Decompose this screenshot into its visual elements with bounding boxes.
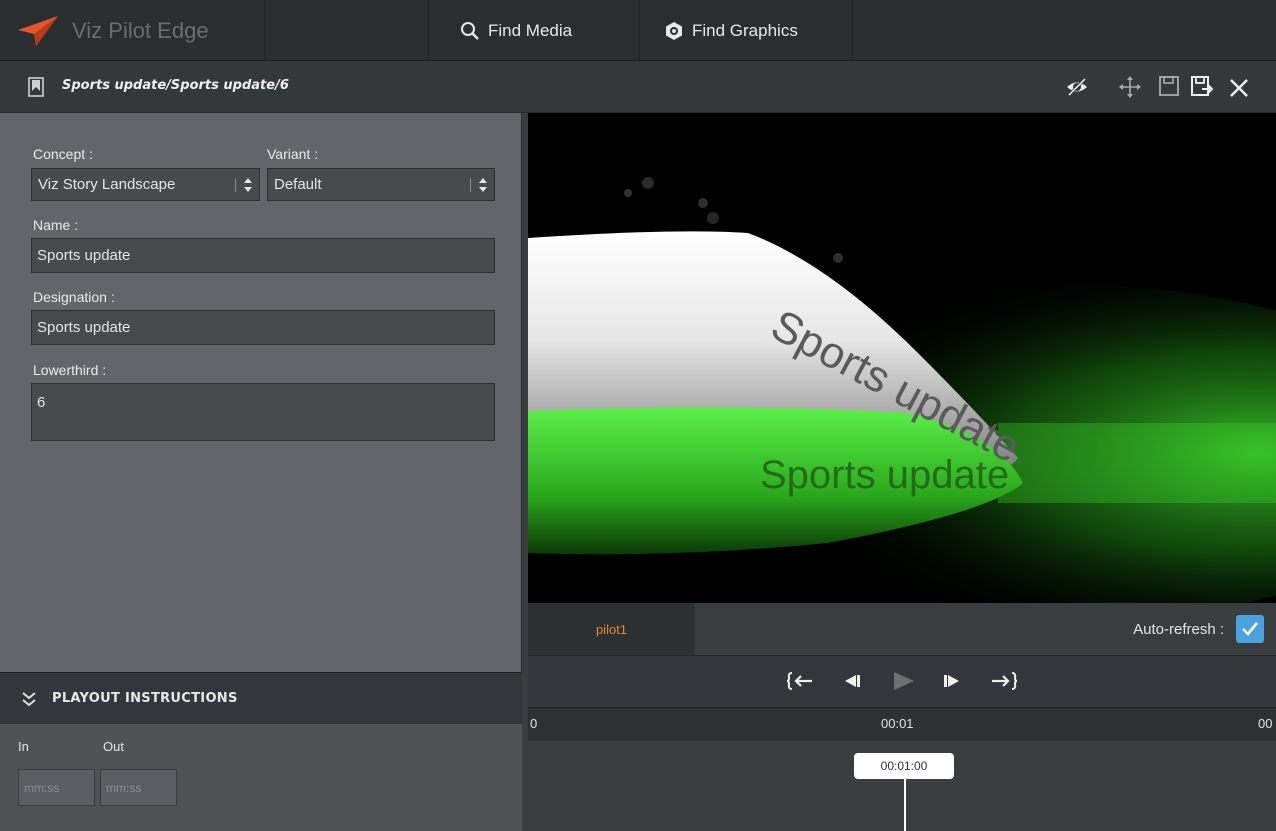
name-label: Name : [33, 217, 79, 233]
select-arrows-icon [244, 178, 252, 192]
move-icon[interactable] [1118, 75, 1142, 99]
search-icon [461, 21, 479, 40]
designation-field-value: Sports update [37, 319, 131, 336]
template-path: Sports update/Sports update/6 [62, 78, 289, 93]
in-time-placeholder: mm:ss [24, 780, 60, 795]
lowerthird-field-value: 6 [37, 394, 46, 411]
template-form-panel: Concept : Variant : Viz Story Landscape … [0, 113, 522, 672]
designation-label: Designation : [33, 289, 115, 305]
lowerthird-label: Lowerthird : [33, 362, 107, 378]
nav-divider [852, 0, 853, 61]
save-icon[interactable] [1158, 75, 1180, 97]
playback-controls [528, 655, 1276, 707]
playout-instructions-body: In Out mm:ss mm:ss [0, 724, 522, 831]
title-bar: Sports update/Sports update/6 [0, 61, 1276, 113]
out-time-input[interactable]: mm:ss [100, 769, 177, 806]
variant-select-value: Default [274, 176, 322, 193]
checkmark-icon [1242, 622, 1259, 636]
app-name: Viz Pilot Edge [72, 17, 209, 43]
timeline-ruler[interactable]: 0 00:01 00 [528, 707, 1276, 741]
top-bar: Viz Pilot Edge Find Media Find Graphics [0, 0, 1276, 61]
in-label: In [18, 739, 29, 754]
preview-reflection-text: Sports update [760, 453, 1009, 497]
variant-label: Variant : [267, 146, 319, 162]
app-logo[interactable]: Viz Pilot Edge [0, 0, 265, 61]
playout-instructions-title: PLAYOUT INSTRUCTIONS [52, 691, 238, 706]
renderer-tab-bar: pilot1 Auto-refresh : [528, 603, 1276, 655]
auto-refresh-checkbox[interactable] [1236, 615, 1264, 643]
nav-divider [639, 0, 640, 61]
graphics-preview: Sports update Sports update [528, 113, 1276, 603]
select-separator [235, 178, 236, 192]
find-graphics-label: Find Graphics [692, 20, 798, 40]
preview-render: Sports update Sports update [528, 113, 1276, 603]
auto-refresh-label: Auto-refresh : [1133, 621, 1224, 638]
hide-preview-icon[interactable] [1065, 75, 1089, 99]
ruler-tick-label: 0 [530, 716, 538, 731]
bookmark-icon [28, 77, 44, 97]
lowerthird-field[interactable]: 6 [31, 383, 495, 441]
ruler-tick-label: 00:01 [881, 716, 914, 731]
name-field[interactable]: Sports update [31, 238, 495, 273]
playhead-time[interactable]: 00:01:00 [854, 753, 954, 779]
step-back-icon[interactable] [840, 670, 864, 692]
out-label: Out [103, 739, 124, 754]
ruler-tick-label: 00 [1258, 716, 1273, 731]
timeline-track[interactable]: 00:01:00 [528, 741, 1276, 831]
play-icon[interactable] [890, 670, 916, 692]
select-arrows-icon [479, 178, 487, 192]
go-to-end-icon[interactable] [990, 670, 1018, 692]
close-icon[interactable] [1228, 77, 1250, 99]
playhead-line[interactable] [904, 779, 906, 831]
playout-instructions-header[interactable]: PLAYOUT INSTRUCTIONS [0, 672, 522, 724]
select-separator [470, 178, 471, 192]
concept-select-value: Viz Story Landscape [38, 176, 176, 193]
find-media-button[interactable]: Find Media [460, 0, 572, 61]
concept-select[interactable]: Viz Story Landscape [31, 168, 260, 201]
variant-select[interactable]: Default [267, 168, 495, 201]
out-time-placeholder: mm:ss [106, 780, 142, 795]
designation-field[interactable]: Sports update [31, 310, 495, 345]
step-forward-icon[interactable] [940, 670, 964, 692]
name-field-value: Sports update [37, 247, 131, 264]
in-time-input[interactable]: mm:ss [18, 769, 95, 806]
go-to-start-icon[interactable] [786, 670, 814, 692]
graphics-icon [666, 21, 682, 40]
tab-pilot1[interactable]: pilot1 [528, 603, 695, 655]
logo-arrow-icon [18, 15, 58, 46]
find-graphics-button[interactable]: Find Graphics [664, 0, 798, 61]
save-as-icon[interactable] [1190, 75, 1214, 99]
double-chevron-down-icon [22, 691, 36, 706]
concept-label: Concept : [33, 146, 93, 162]
find-media-label: Find Media [488, 20, 573, 40]
nav-divider [428, 0, 429, 61]
